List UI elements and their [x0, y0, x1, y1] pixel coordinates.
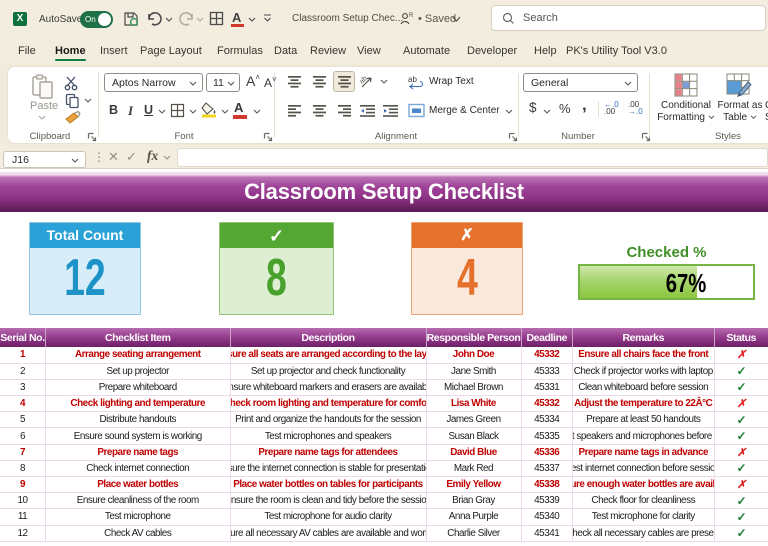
svg-text:ab: ab [408, 75, 417, 84]
svg-text:R: R [409, 13, 414, 19]
svg-text:ab: ab [360, 75, 369, 86]
